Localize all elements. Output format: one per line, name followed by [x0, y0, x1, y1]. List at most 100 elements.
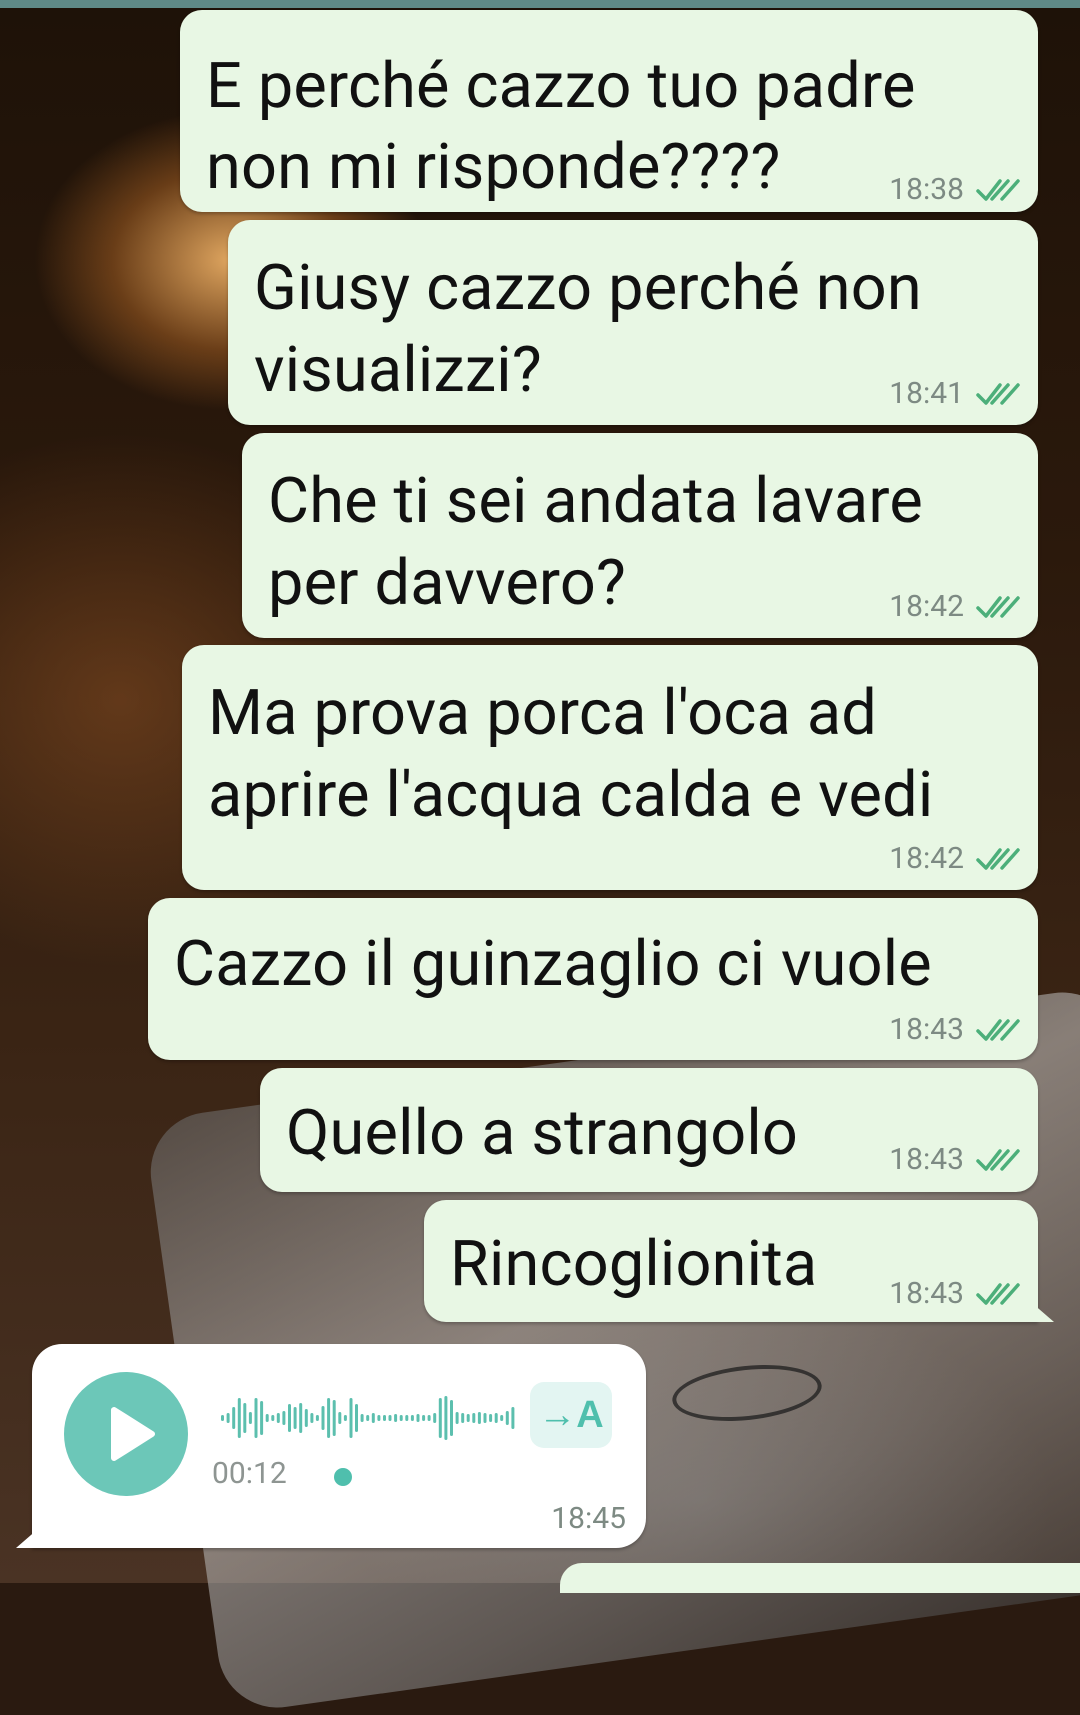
- message-bubble[interactable]: Giusy cazzo perché non visualizzi? 18:41: [228, 220, 1038, 425]
- read-ticks-icon: [976, 178, 1020, 201]
- waveform-bar: [483, 1413, 487, 1423]
- message-time: 18:42: [889, 841, 964, 876]
- message-text-line: Rincoglionita: [450, 1228, 818, 1301]
- play-icon: [111, 1407, 155, 1461]
- waveform-bar: [422, 1415, 426, 1421]
- waveform-bar: [221, 1415, 224, 1421]
- waveform-bar: [489, 1414, 493, 1422]
- message-text-line: Cazzo il guinzaglio ci vuole: [174, 928, 932, 1001]
- voice-message-bubble[interactable]: →A 00:12 18:45: [16, 1344, 646, 1548]
- waveform-bar: [265, 1414, 269, 1422]
- waveform-bar: [450, 1400, 453, 1436]
- message-text-line: Giusy cazzo perché non: [254, 252, 922, 325]
- message-time: 18:45: [551, 1501, 626, 1536]
- waveform-bar: [310, 1413, 314, 1423]
- message-meta: 18:43: [889, 1276, 1020, 1311]
- message-bubble[interactable]: Rincoglionita 18:43: [424, 1200, 1054, 1322]
- message-meta: 18:43: [889, 1012, 1020, 1047]
- waveform-bar: [416, 1414, 420, 1422]
- waveform-bar: [494, 1413, 498, 1423]
- message-text-line: Che ti sei andata lavare: [268, 465, 923, 538]
- audio-waveform[interactable]: [220, 1392, 516, 1444]
- voice-duration: 00:12: [212, 1456, 287, 1491]
- waveform-bar: [254, 1398, 258, 1438]
- waveform-bar: [477, 1412, 481, 1424]
- next-message-peek: [560, 1563, 1080, 1593]
- waveform-bar: [366, 1415, 370, 1421]
- read-ticks-icon: [976, 1148, 1020, 1171]
- waveform-bar: [394, 1414, 398, 1422]
- message-bubble[interactable]: Cazzo il guinzaglio ci vuole 18:43: [148, 898, 1038, 1060]
- waveform-bar: [377, 1415, 381, 1421]
- waveform-bar: [327, 1398, 331, 1438]
- waveform-bar: [399, 1415, 403, 1421]
- message-bubble[interactable]: Quello a strangolo 18:43: [260, 1068, 1038, 1192]
- waveform-bar: [472, 1413, 476, 1423]
- message-time: 18:42: [889, 589, 964, 624]
- waveform-bar: [349, 1398, 353, 1438]
- message-meta: 18:42: [889, 589, 1020, 624]
- waveform-bar: [321, 1406, 325, 1430]
- waveform-bar: [315, 1415, 319, 1421]
- waveform-bar: [438, 1398, 442, 1438]
- waveform-bar: [237, 1398, 241, 1438]
- message-bubble[interactable]: Che ti sei andata lavare per davvero? 18…: [242, 433, 1038, 638]
- waveform-bar: [360, 1414, 364, 1422]
- top-bar-edge: [0, 0, 1080, 8]
- waveform-bar: [427, 1415, 431, 1421]
- message-text-line: per davvero?: [268, 547, 626, 620]
- message-bubble[interactable]: Ma prova porca l'oca ad aprire l'acqua c…: [182, 645, 1038, 890]
- waveform-bar: [299, 1403, 303, 1433]
- waveform-bar: [288, 1404, 291, 1432]
- waveform-bar: [271, 1415, 275, 1421]
- unplayed-dot-icon: [334, 1468, 352, 1486]
- waveform-bar: [260, 1401, 264, 1435]
- play-button[interactable]: [64, 1372, 188, 1496]
- message-meta: 18:38: [889, 172, 1020, 207]
- waveform-bar: [343, 1415, 347, 1421]
- waveform-bar: [500, 1415, 504, 1421]
- message-text-line: non mi risponde????: [206, 131, 781, 204]
- message-time: 18:43: [889, 1142, 964, 1177]
- waveform-bar: [232, 1407, 236, 1429]
- waveform-bar: [226, 1413, 230, 1423]
- waveform-bar: [243, 1403, 247, 1433]
- message-text-line: Quello a strangolo: [286, 1097, 799, 1170]
- waveform-bar: [248, 1412, 252, 1424]
- message-text-line: visualizzi?: [254, 334, 542, 407]
- waveform-bar: [410, 1415, 414, 1421]
- waveform-bar: [455, 1412, 459, 1424]
- waveform-bar: [444, 1396, 448, 1440]
- read-ticks-icon: [976, 1018, 1020, 1041]
- waveform-bar: [355, 1404, 358, 1432]
- waveform-bar: [511, 1407, 515, 1429]
- message-meta: 18:41: [889, 376, 1020, 411]
- waveform-bar: [433, 1413, 437, 1423]
- message-time: 18:43: [889, 1276, 964, 1311]
- waveform-bar: [383, 1415, 386, 1421]
- message-text-line: E perché cazzo tuo padre: [206, 50, 916, 123]
- waveform-bar: [466, 1414, 470, 1422]
- waveform-bar: [338, 1412, 342, 1424]
- waveform-bar: [405, 1415, 409, 1421]
- message-time: 18:38: [889, 172, 964, 207]
- message-time: 18:41: [889, 376, 964, 411]
- waveform-bar: [304, 1409, 308, 1427]
- waveform-bar: [282, 1411, 286, 1425]
- waveform-bar: [371, 1413, 375, 1423]
- read-ticks-icon: [976, 382, 1020, 405]
- read-ticks-icon: [976, 847, 1020, 870]
- waveform-bar: [276, 1413, 280, 1423]
- waveform-bar: [461, 1413, 465, 1423]
- read-ticks-icon: [976, 595, 1020, 618]
- message-text-line: Ma prova porca l'oca ad: [208, 677, 878, 750]
- waveform-bar: [505, 1411, 509, 1425]
- waveform-bar: [388, 1415, 392, 1421]
- waveform-bar: [332, 1400, 336, 1436]
- transcribe-button[interactable]: →A: [530, 1382, 612, 1448]
- message-meta: 18:42: [889, 841, 1020, 876]
- waveform-bar: [293, 1407, 297, 1429]
- message-time: 18:43: [889, 1012, 964, 1047]
- read-ticks-icon: [976, 1282, 1020, 1305]
- message-bubble[interactable]: E perché cazzo tuo padre non mi risponde…: [180, 10, 1038, 212]
